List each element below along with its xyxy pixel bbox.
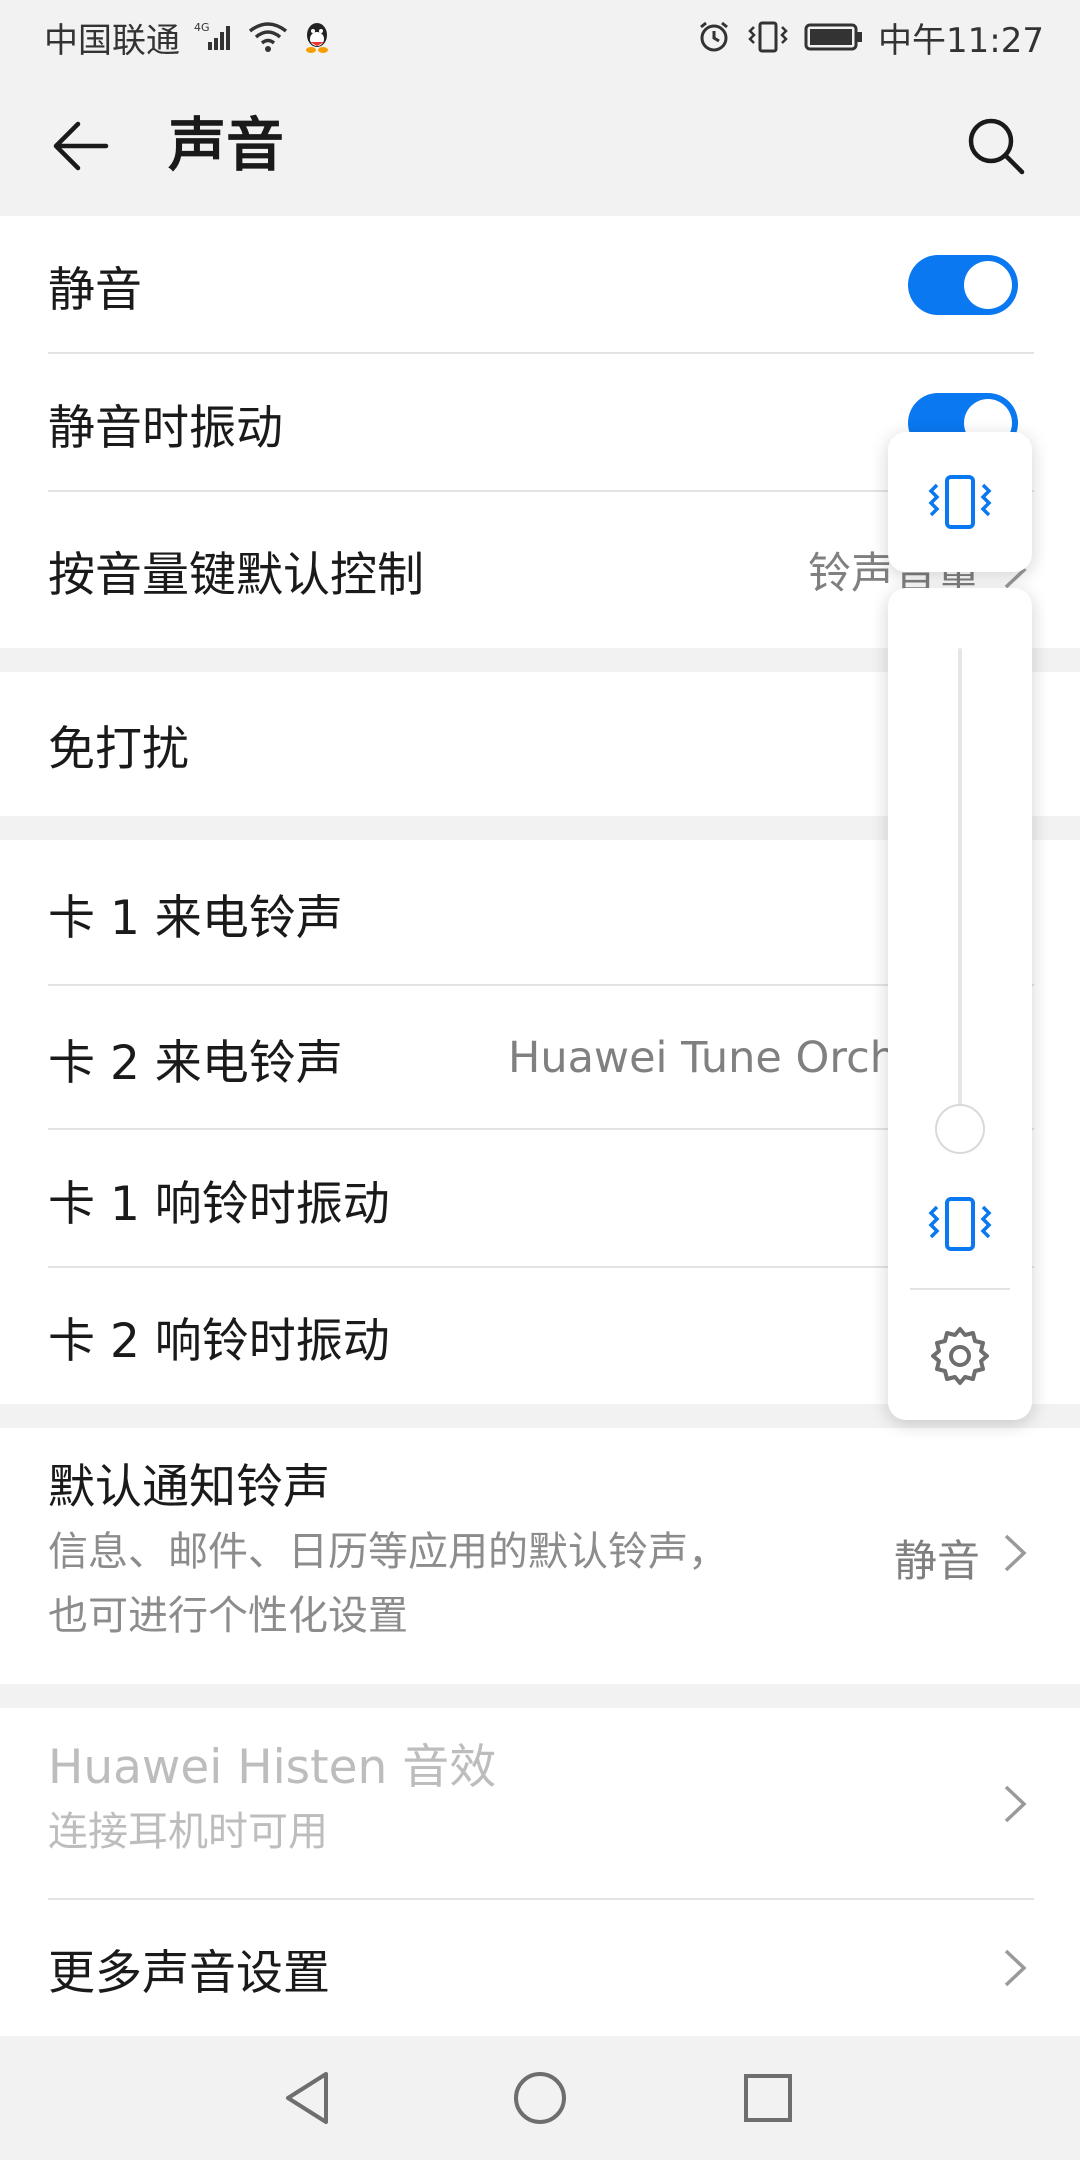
alarm-icon — [696, 19, 732, 55]
setting-row-default-notification[interactable]: 默认通知铃声 信息、邮件、日历等应用的默认铃声，也可进行个性化设置 静音 — [0, 1428, 1080, 1678]
notif-label: 默认通知铃声 — [48, 1460, 330, 1515]
more-sound-label: 更多声音设置 — [48, 1945, 330, 2001]
settings-group-more: Huawei Histen 音效 连接耳机时可用 更多声音设置 — [0, 1708, 1080, 2036]
sim2-vibrate-label: 卡 2 响铃时振动 — [48, 1313, 390, 1369]
carrier-name: 中国联通 — [44, 20, 180, 61]
dnd-label: 免打扰 — [48, 721, 189, 777]
nav-back-button[interactable] — [272, 2062, 344, 2134]
notif-description: 信息、邮件、日历等应用的默认铃声，也可进行个性化设置 — [48, 1529, 728, 1639]
notif-value: 静音 — [894, 1537, 980, 1587]
volume-panel — [888, 588, 1032, 1420]
status-bar-left: 中国联通 4G — [44, 13, 332, 62]
chevron-right-icon — [1004, 1534, 1027, 1572]
clock: 中午11:27 — [878, 20, 1044, 61]
divider — [910, 1288, 1010, 1290]
sim2-ringtone-label: 卡 2 来电铃声 — [48, 1035, 343, 1091]
wifi-icon — [248, 21, 288, 53]
sim2-ringtone-value: Huawei Tune Orche — [508, 1033, 924, 1083]
square-recents-icon — [744, 2074, 792, 2122]
search-icon — [968, 118, 1025, 175]
histen-description: 连接耳机时可用 — [48, 1809, 328, 1855]
triangle-back-icon — [286, 2072, 328, 2124]
setting-row-mute[interactable]: 静音 — [0, 216, 1080, 354]
ringer-mode-button[interactable] — [888, 432, 1032, 572]
qq-icon — [302, 20, 332, 54]
status-bar: 中国联通 4G 中午11:27 — [0, 0, 1080, 74]
nav-home-button[interactable] — [504, 2062, 576, 2134]
circle-home-icon — [514, 2072, 566, 2124]
volume-slider-track[interactable] — [958, 648, 962, 1148]
volume-key-label: 按音量键默认控制 — [48, 547, 424, 603]
volume-settings-button[interactable] — [928, 1324, 992, 1388]
page-title: 声音 — [168, 111, 285, 179]
gear-icon — [931, 1327, 989, 1385]
mute-toggle[interactable] — [908, 255, 1018, 315]
settings-group-notification: 默认通知铃声 信息、邮件、日历等应用的默认铃声，也可进行个性化设置 静音 — [0, 1428, 1080, 1684]
toggle-knob — [964, 261, 1012, 309]
vibrate-icon — [928, 1197, 992, 1251]
sim1-ringtone-label: 卡 1 来电铃声 — [48, 890, 343, 946]
chevron-right-icon — [1004, 1785, 1027, 1823]
setting-row-more-sound[interactable]: 更多声音设置 — [0, 1900, 1080, 2036]
svg-text:4G: 4G — [194, 21, 210, 34]
status-bar-right: 中午11:27 — [696, 13, 1044, 62]
app-bar: 声音 — [0, 74, 1080, 216]
search-button[interactable] — [960, 110, 1032, 182]
sim1-vibrate-label: 卡 1 响铃时振动 — [48, 1176, 390, 1232]
back-arrow-icon — [53, 121, 109, 171]
nav-recents-button[interactable] — [732, 2062, 804, 2134]
setting-row-histen[interactable]: Huawei Histen 音效 连接耳机时可用 — [0, 1708, 1080, 1900]
navigation-bar — [0, 2036, 1080, 2160]
chevron-right-icon — [1004, 1949, 1027, 1987]
back-button[interactable] — [44, 114, 116, 178]
volume-slider-thumb[interactable] — [935, 1104, 985, 1154]
histen-label: Huawei Histen 音效 — [48, 1740, 497, 1795]
vibrate-mute-label: 静音时振动 — [48, 400, 283, 456]
vibrate-icon — [928, 475, 992, 529]
vibrate-mode-indicator[interactable] — [924, 1194, 996, 1254]
vibrate-status-icon — [746, 19, 790, 55]
mute-label: 静音 — [48, 262, 142, 318]
battery-icon — [804, 21, 864, 53]
signal-icon: 4G — [194, 20, 234, 54]
